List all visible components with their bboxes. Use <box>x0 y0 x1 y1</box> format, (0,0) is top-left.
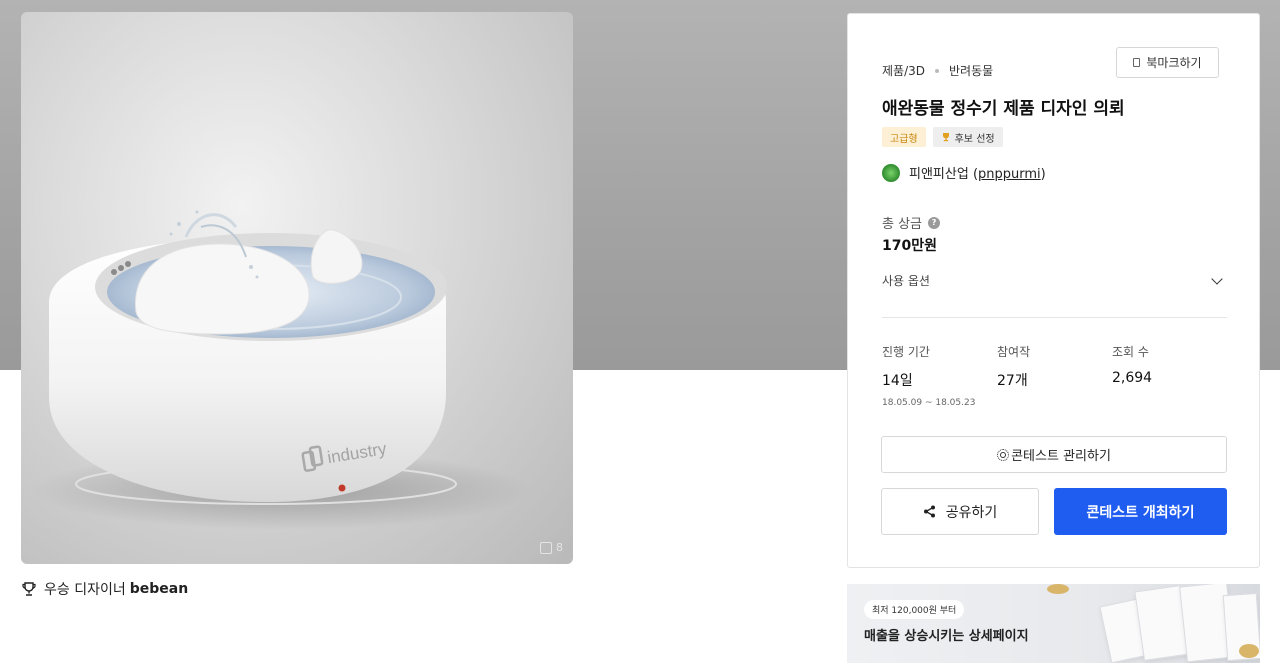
stat-views-value: 2,694 <box>1112 370 1153 386</box>
bookmark-button[interactable]: 북마크하기 <box>1116 47 1219 78</box>
manage-contest-label: 콘테스트 관리하기 <box>1011 449 1111 464</box>
help-icon[interactable]: ? <box>928 216 941 229</box>
trophy-icon <box>942 133 949 142</box>
badge-premium: 고급형 <box>882 127 926 147</box>
bookmark-icon <box>1133 58 1141 67</box>
prize-label-text: 총 상금 <box>882 217 923 232</box>
share-label: 공유하기 <box>945 504 998 521</box>
ad-banner[interactable]: 최저 120,000원 부터 매출을 상승시키는 상세페이지 <box>847 584 1260 663</box>
stat-period-range: 18.05.09 ~ 18.05.23 <box>882 398 976 408</box>
badge-shortlisted: 후보 선정 <box>932 127 1003 147</box>
share-icon <box>923 505 935 518</box>
organizer-handle[interactable]: pnppurmi <box>978 167 1041 182</box>
water-fountain-illustration: industry <box>31 210 531 530</box>
share-button[interactable]: 공유하기 <box>881 488 1039 535</box>
ad-price-tag: 최저 120,000원 부터 <box>864 600 965 619</box>
breadcrumb: 제품/3D 반려동물 <box>882 62 993 79</box>
options-toggle[interactable]: 사용 옵션 <box>882 272 1227 289</box>
contest-title: 애완동물 정수기 제품 디자인 의뢰 <box>882 99 1125 119</box>
manage-contest-button[interactable]: 콘테스트 관리하기 <box>881 436 1227 473</box>
image-count-label: 8 <box>556 541 563 554</box>
ad-headline: 매출을 상승시키는 상세페이지 <box>864 629 1029 644</box>
badge-shortlisted-label: 후보 선정 <box>954 133 995 145</box>
bookmark-label: 북마크하기 <box>1146 56 1202 70</box>
product-image[interactable]: industry 8 <box>21 12 573 564</box>
stat-entries-label: 참여작 <box>997 345 1031 359</box>
stat-views-label: 조회 수 <box>1112 345 1149 359</box>
image-count-icon <box>540 541 552 554</box>
host-contest-button[interactable]: 콘테스트 개최하기 <box>1054 488 1227 535</box>
options-label: 사용 옵션 <box>882 274 930 288</box>
breadcrumb-separator <box>935 68 939 73</box>
ad-decoration <box>1047 584 1069 594</box>
prize-value: 170만원 <box>882 238 937 254</box>
organizer[interactable]: 피앤피산업 (pnppurmi) <box>882 163 1046 182</box>
contest-info-card: 제품/3D 반려동물 북마크하기 애완동물 정수기 제품 디자인 의뢰 고급형 … <box>847 13 1260 568</box>
divider <box>882 317 1227 318</box>
gear-icon <box>997 448 1010 461</box>
winner-name[interactable]: bebean <box>130 581 188 597</box>
organizer-name: 피앤피산업 <box>909 167 969 182</box>
trophy-icon <box>22 582 36 596</box>
contest-stats: 진행 기간 14일 18.05.09 ~ 18.05.23 참여작 27개 조회… <box>882 343 1227 408</box>
stat-entries: 참여작 27개 <box>997 343 1112 408</box>
ad-decoration <box>1239 644 1259 658</box>
organizer-avatar <box>882 163 900 182</box>
stat-period: 진행 기간 14일 18.05.09 ~ 18.05.23 <box>882 343 997 408</box>
stat-entries-value: 27개 <box>997 373 1028 389</box>
breadcrumb-category[interactable]: 제품/3D <box>882 62 925 79</box>
stat-views: 조회 수 2,694 <box>1112 343 1227 408</box>
winner-label: 우승 디자이너 <box>44 582 126 598</box>
badge-list: 고급형 후보 선정 <box>882 127 1003 147</box>
stat-period-label: 진행 기간 <box>882 345 930 359</box>
prize-label: 총 상금 ? <box>882 213 941 232</box>
chevron-down-icon[interactable] <box>1211 272 1223 285</box>
image-count: 8 <box>540 541 563 554</box>
breadcrumb-subcategory[interactable]: 반려동물 <box>949 62 993 79</box>
stat-period-value: 14일 <box>882 373 913 389</box>
winner-info: 우승 디자이너 bebean <box>22 579 188 599</box>
